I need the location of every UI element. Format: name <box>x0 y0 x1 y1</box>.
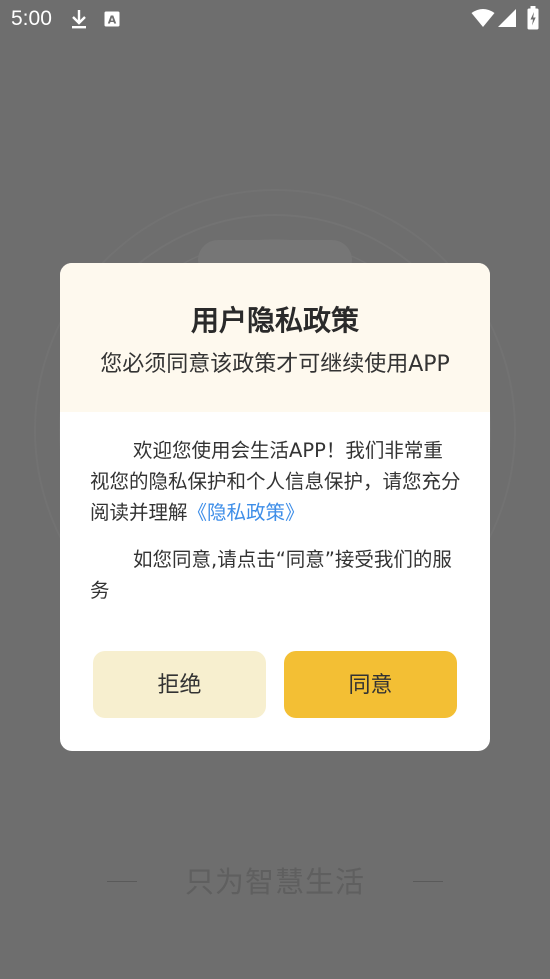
font-icon: A <box>104 11 120 27</box>
consent-paragraph: 如您同意,请点击“同意”接受我们的服务 <box>90 548 452 602</box>
svg-text:A: A <box>108 14 117 27</box>
reject-button[interactable]: 拒绝 <box>93 651 266 718</box>
tagline-text: 只为智慧生活 <box>184 865 365 899</box>
status-time: 5:00 <box>11 7 52 30</box>
dialog-title: 用户隐私政策 <box>190 304 359 337</box>
welcome-paragraph: 欢迎您使用会生活APP！我们非常重视您的隐私保护和个人信息保护，请您充分阅读并理… <box>90 435 462 528</box>
privacy-policy-dialog: 用户隐私政策 您必须同意该政策才可继续使用APP 欢迎您使用会生活APP！我们非… <box>60 263 490 751</box>
privacy-policy-link[interactable]: 《隐私政策》 <box>188 501 305 524</box>
dialog-subtitle: 您必须同意该政策才可继续使用APP <box>100 352 450 377</box>
signal-icon <box>498 9 516 27</box>
agree-button[interactable]: 同意 <box>284 651 457 718</box>
battery-icon <box>527 6 539 30</box>
download-icon <box>72 10 86 29</box>
dialog-body: 欢迎您使用会生活APP！我们非常重视您的隐私保护和个人信息保护，请您充分阅读并理… <box>90 435 462 606</box>
tagline-divider-right <box>413 881 443 882</box>
dialog-header: 用户隐私政策 您必须同意该政策才可继续使用APP <box>60 263 490 412</box>
status-bar: 5:00 A <box>0 0 550 38</box>
splash-tagline: 只为智慧生活 <box>0 860 550 904</box>
wifi-icon <box>471 9 495 27</box>
